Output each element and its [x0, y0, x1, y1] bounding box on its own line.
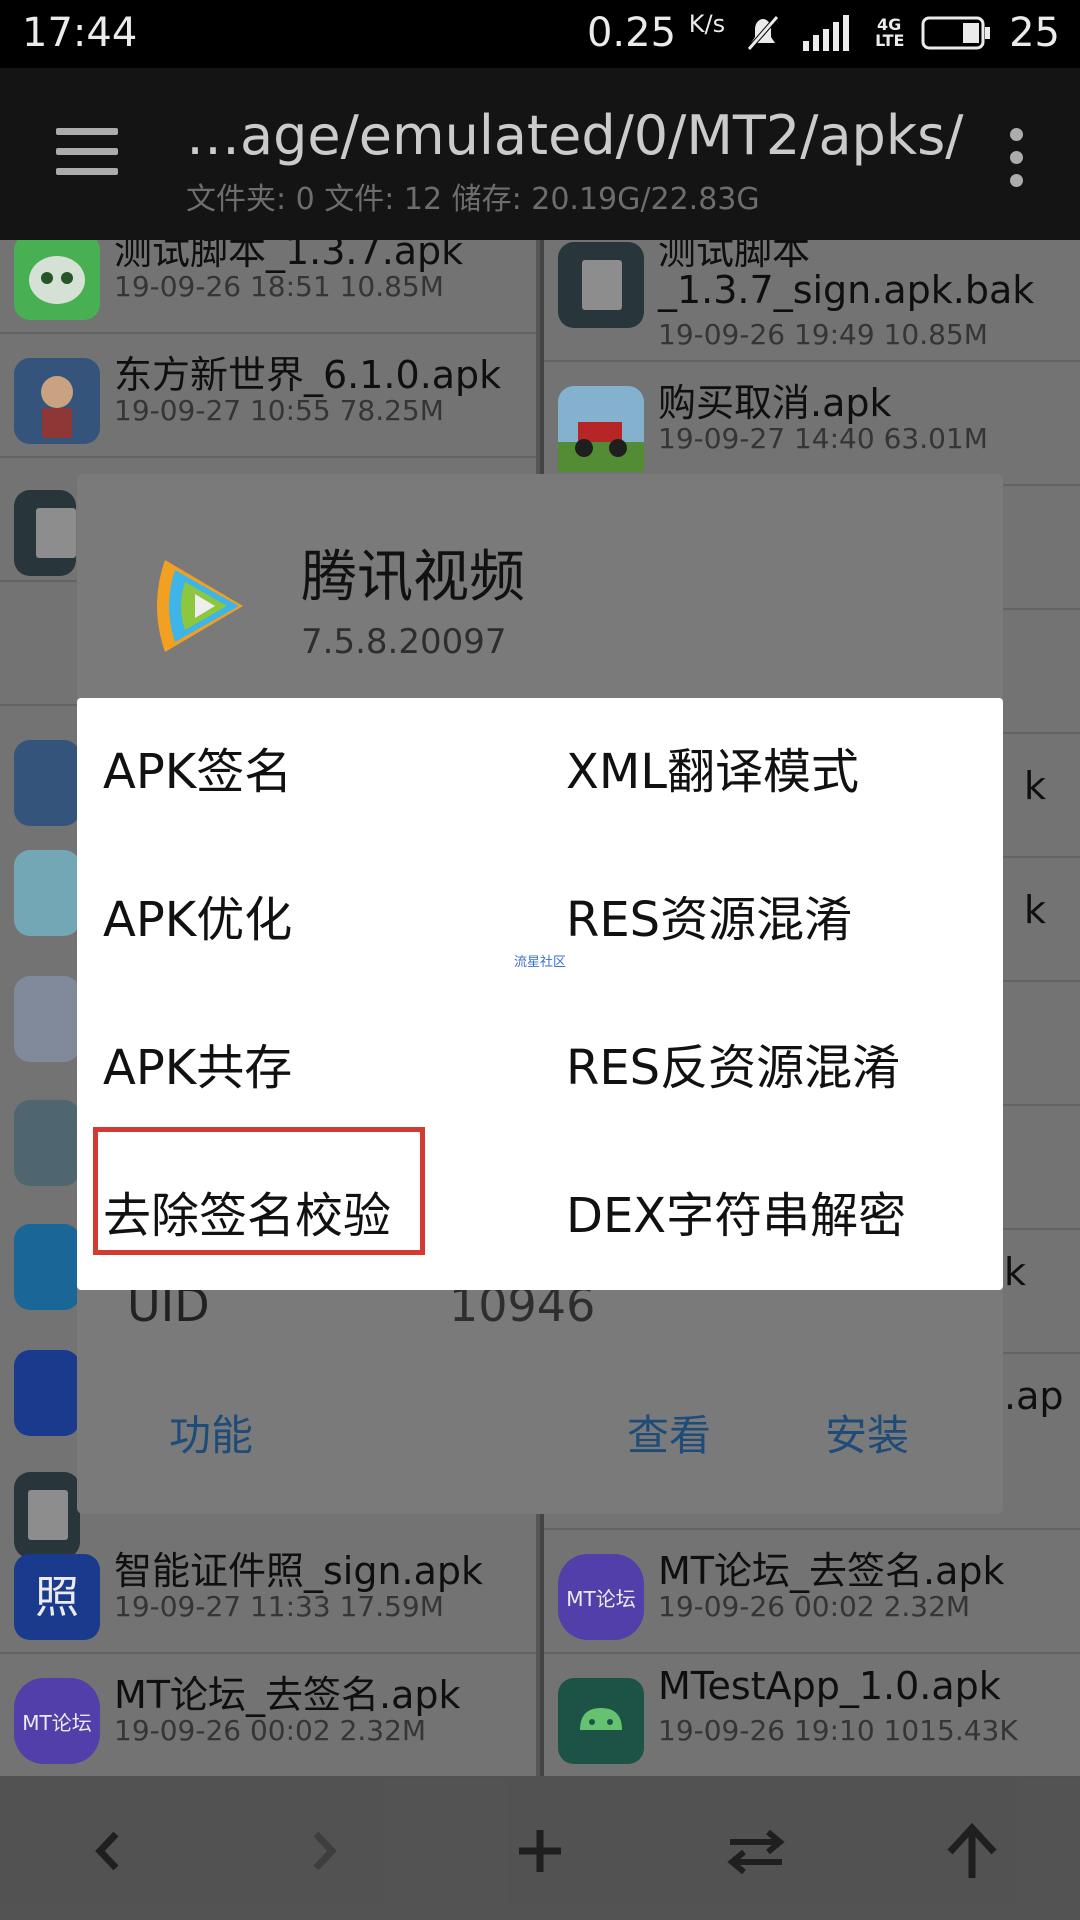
view-button[interactable]: 查看	[627, 1402, 711, 1463]
svg-text:照: 照	[35, 1572, 79, 1623]
android-app-icon	[558, 1678, 644, 1764]
file-name: k	[1024, 888, 1047, 932]
file-meta: 19-09-27 11:33 17.59M	[114, 1590, 444, 1623]
file-name: MT论坛_去签名.apk	[658, 1549, 1005, 1593]
file-meta: 19-09-26 19:10 1015.43K	[658, 1714, 1018, 1747]
menu-item-xml-translate[interactable]: XML翻译模式	[77, 698, 1003, 846]
zhao-icon	[14, 1350, 80, 1436]
net-speed: 0.25 K/s	[586, 10, 726, 56]
status-time: 17:44	[22, 10, 138, 56]
list-item[interactable]: MTestApp_1.0.apk 19-09-26 19:10 1015.43K	[544, 1654, 1080, 1776]
file-name: 购买取消.apk	[658, 381, 892, 425]
battery-level: 25	[1009, 10, 1060, 56]
file-icon	[14, 490, 76, 576]
game-character-icon	[14, 358, 100, 444]
anime-character-icon	[14, 850, 80, 936]
menu-item-res-deobfuscate[interactable]: RES反资源混淆	[77, 994, 1003, 1142]
chevron-left-icon	[95, 1831, 119, 1871]
svg-text:MT论坛: MT论坛	[566, 1587, 635, 1611]
mt-forum-icon: MT论坛	[558, 1554, 644, 1640]
file-meta: 19-09-26 00:02 2.32M	[114, 1714, 427, 1747]
file-name: k	[1004, 1250, 1027, 1294]
list-item[interactable]: 购买取消.apk 19-09-27 14:40 63.01M	[544, 362, 1080, 486]
t-app-icon	[14, 1224, 80, 1310]
menu-item-dex-string-decrypt[interactable]: DEX字符串解密	[77, 1142, 1003, 1290]
more-options-icon[interactable]	[1010, 128, 1024, 197]
car-game-icon	[558, 386, 644, 472]
list-item[interactable]: MT论坛 MT论坛_去签名.apk 19-09-26 00:02 2.32M	[0, 1654, 536, 1776]
current-path: …age/emulated/0/MT2/apks/	[186, 104, 964, 167]
status-bar: 17:44 0.25 K/s 4G LTE 25	[0, 0, 1080, 68]
file-icon	[558, 242, 644, 328]
plus-icon	[519, 1830, 561, 1872]
add-button[interactable]	[500, 1816, 580, 1886]
app-version: 7.5.8.20097	[301, 622, 507, 662]
notifications-off-icon	[747, 15, 779, 51]
chevron-right-icon	[313, 1831, 337, 1871]
file-name-line2: _1.3.7_sign.apk.bak	[658, 268, 1035, 312]
file-meta: 19-09-26 00:02 2.32M	[658, 1590, 971, 1623]
app-bar: …age/emulated/0/MT2/apks/ 文件夹: 0 文件: 12 …	[0, 68, 1080, 240]
swap-panels-button[interactable]	[716, 1816, 796, 1886]
arrow-up-icon	[947, 1822, 997, 1878]
file-meta: 19-09-27 10:55 78.25M	[114, 394, 444, 427]
parent-directory-button[interactable]	[932, 1816, 1012, 1886]
status-icons: 0.25 K/s 4G LTE 25	[587, 10, 1060, 56]
file-name: 智能证件照_sign.apk	[114, 1549, 484, 1593]
back-button[interactable]	[68, 1816, 148, 1886]
install-button[interactable]: 安装	[825, 1402, 909, 1463]
file-name: MT论坛_去签名.apk	[114, 1673, 461, 1717]
menu-item-res-obfuscate[interactable]: RES资源混淆	[77, 846, 1003, 994]
app-name: 腾讯视频	[301, 545, 525, 610]
signal-icon	[803, 15, 850, 51]
hexagon-app-icon	[14, 976, 80, 1062]
tencent-video-icon	[14, 1100, 80, 1186]
file-name: 东方新世界_6.1.0.apk	[114, 353, 502, 397]
game-character-icon	[14, 740, 80, 826]
file-meta: 19-09-26 18:51 10.85M	[114, 270, 444, 303]
file-name: .ap	[1004, 1374, 1064, 1418]
tencent-video-icon	[157, 560, 243, 652]
bottom-toolbar	[0, 1776, 1080, 1920]
watermark-text: 流星社区	[514, 955, 567, 970]
list-item[interactable]: MT论坛 MT论坛_去签名.apk 19-09-26 00:02 2.32M	[544, 1530, 1080, 1654]
list-item[interactable]: 测试脚本_1.3.7.apk 19-09-26 18:51 10.85M	[0, 240, 536, 334]
function-button[interactable]: 功能	[169, 1402, 253, 1463]
file-name: MTestApp_1.0.apk	[658, 1664, 1001, 1708]
svg-text:MT论坛: MT论坛	[22, 1711, 91, 1735]
list-item[interactable]: 测试脚本 _1.3.7_sign.apk.bak 19-09-26 19:49 …	[544, 240, 1080, 362]
zhao-icon: 照	[14, 1554, 100, 1640]
forward-button[interactable]	[284, 1816, 364, 1886]
network-type-icon: 4G LTE	[875, 15, 905, 50]
file-meta: 19-09-27 14:40 63.01M	[658, 422, 988, 455]
folder-info: 文件夹: 0 文件: 12 储存: 20.19G/22.83G	[186, 182, 760, 217]
battery-icon	[921, 16, 991, 50]
function-menu-popup: APK签名 XML翻译模式 APK优化 RES资源混淆 APK共存 RES反资源…	[77, 698, 1003, 1290]
file-meta: 19-09-26 19:49 10.85M	[658, 318, 988, 351]
android-robot-icon	[14, 240, 100, 320]
list-item[interactable]: 东方新世界_6.1.0.apk 19-09-27 10:55 78.25M	[0, 334, 536, 458]
list-item[interactable]: 照 智能证件照_sign.apk 19-09-27 11:33 17.59M	[0, 1530, 536, 1654]
swap-icon	[727, 1829, 785, 1875]
hamburger-menu-icon[interactable]	[56, 128, 118, 178]
file-name: k	[1024, 764, 1047, 808]
mt-forum-icon: MT论坛	[14, 1678, 100, 1764]
